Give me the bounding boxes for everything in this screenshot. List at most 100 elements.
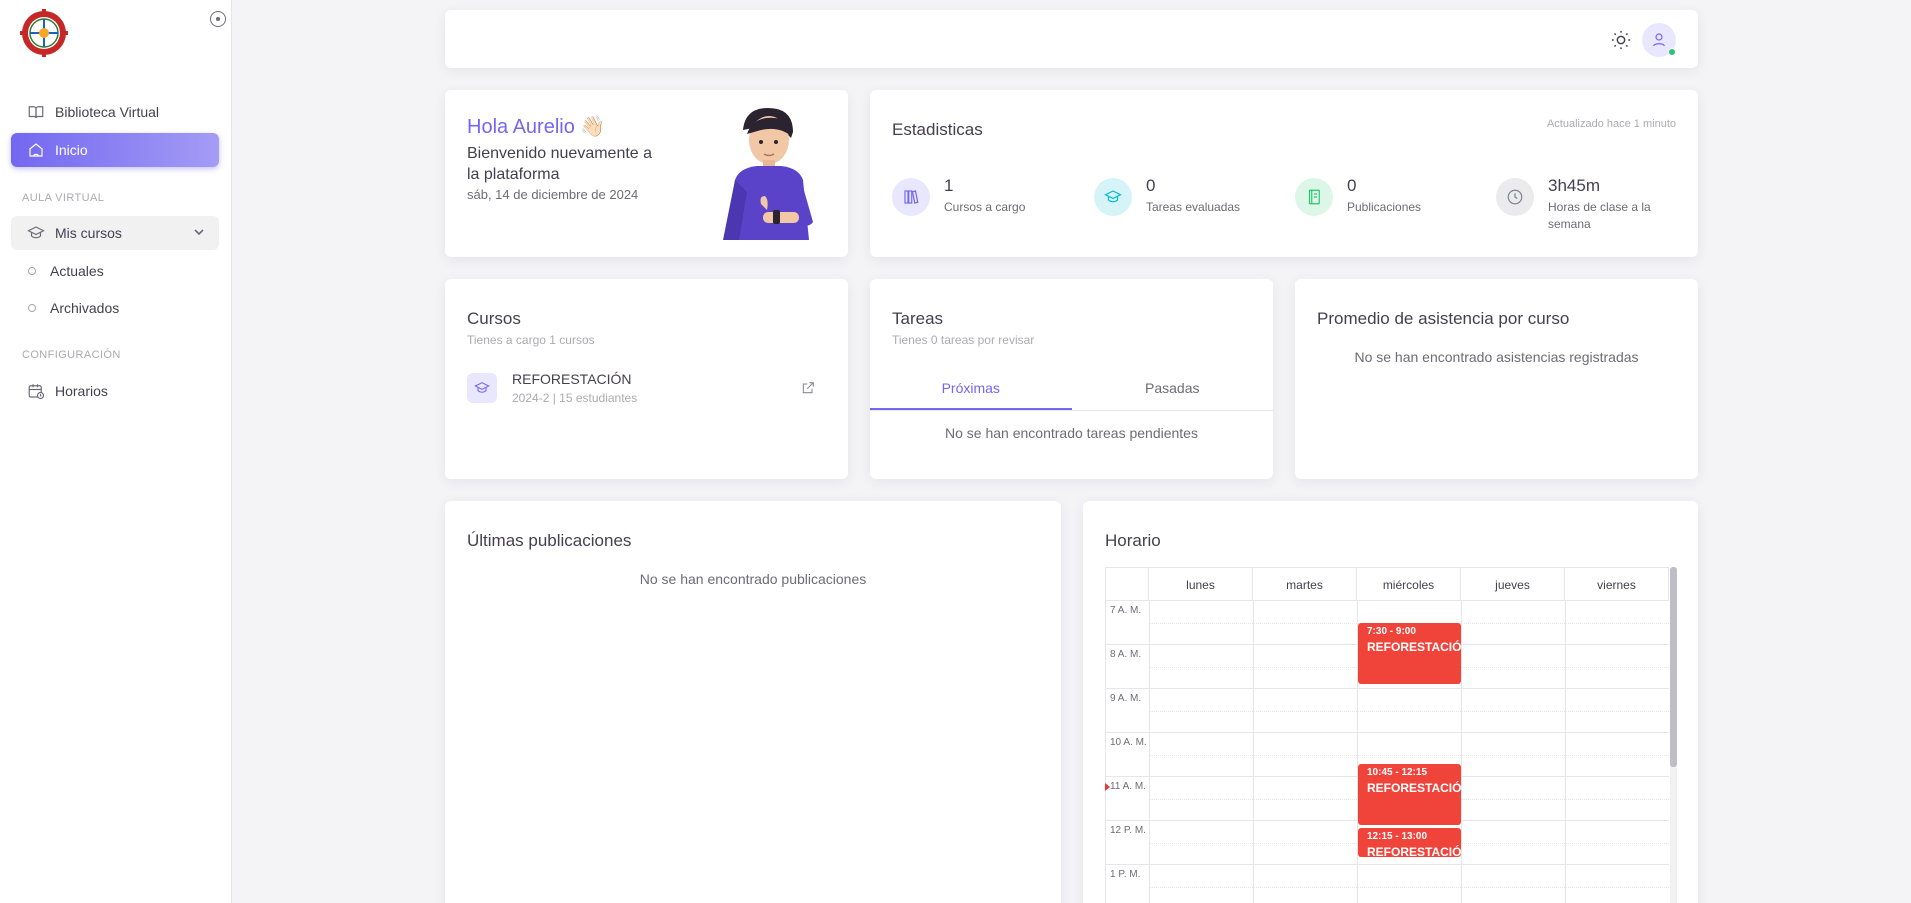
course-meta: 2024-2 | 15 estudiantes [512,391,638,405]
external-link-icon[interactable] [800,380,816,396]
sidebar-item-label: Inicio [55,142,88,158]
day-header: miércoles [1357,568,1461,600]
sidebar-item-horarios[interactable]: Horarios [11,374,219,408]
avatar-character-illustration [723,108,813,240]
card-title: Tareas [892,309,944,328]
graduation-cap-icon [1094,178,1132,216]
grid-line [1253,601,1254,903]
event-time: 7:30 - 9:00 [1367,626,1416,637]
course-item[interactable]: REFORESTACIÓN 2024-2 | 15 estudiantes [467,371,816,405]
stat-value: 1 [944,176,954,195]
schedule-event[interactable]: 10:45 - 12:15 REFORESTACIÓN [1358,764,1461,825]
event-time: 12:15 - 13:00 [1367,831,1428,842]
sidebar-subitem-label: Actuales [50,263,104,279]
sidebar-item-label: Horarios [55,383,108,399]
hour-label: 7 A. M. [1110,605,1142,616]
collapse-sidebar-icon[interactable] [210,11,226,27]
card-title: Estadisticas [892,120,983,139]
stat-label: Tareas evaluadas [1146,200,1241,214]
tab-pasadas[interactable]: Pasadas [1072,374,1274,410]
weekly-calendar: lunes martes miércoles jueves viernes 7 … [1105,567,1677,903]
statistics-card: Estadisticas Actualizado hace 1 minuto 1… [870,90,1698,257]
day-header: viernes [1565,568,1669,600]
greeting: Hola Aurelio 👋🏻 [467,116,606,138]
sidebar-item-mis-cursos[interactable]: Mis cursos [11,216,219,250]
course-name: REFORESTACIÓN [512,371,632,387]
card-title: Cursos [467,309,521,328]
hour-row: 9 A. M. [1105,689,1669,733]
graduation-cap-icon [467,373,497,403]
institution-seal-logo[interactable] [20,9,68,57]
card-title: Últimas publicaciones [467,531,632,550]
event-time: 10:45 - 12:15 [1367,767,1428,778]
hour-label: 11 A. M. [1110,781,1146,792]
event-name: REFORESTACIÓN [1367,781,1461,795]
avatar[interactable] [1642,23,1676,57]
calendar-scrollbar[interactable] [1670,567,1677,903]
hour-label: 10 A. M. [1110,737,1147,748]
card-subtitle: Tienes a cargo 1 cursos [467,333,595,347]
sidebar-subitem-actuales[interactable]: Actuales [28,263,104,279]
user-icon [1653,33,1665,47]
graduation-cap-icon [27,226,45,239]
stat-label: Publicaciones [1347,200,1422,214]
schedule-card: Horario lunes martes miércoles jueves vi… [1083,501,1698,903]
calendar-header: lunes martes miércoles jueves viernes [1105,567,1669,601]
books-icon [892,178,930,216]
schedule-event[interactable]: 7:30 - 9:00 REFORESTACIÓN [1358,623,1461,684]
circle-bullet-icon [28,267,36,275]
hour-label: 9 A. M. [1110,693,1142,704]
publications-card: Últimas publicaciones No se han encontra… [445,501,1061,903]
online-status-dot [1668,48,1676,56]
hour-row: 1 P. M. [1105,865,1669,903]
empty-state-text: No se han encontrado publicaciones [639,571,867,587]
last-updated-text: Actualizado hace 1 minuto [1546,118,1676,130]
current-date: sáb, 14 de diciembre de 2024 [467,187,639,202]
attendance-card: Promedio de asistencia por curso No se h… [1295,279,1698,479]
clock-icon [1496,178,1534,216]
stat-courses: 1 Cursos a cargo [892,176,1054,216]
grid-line [1149,601,1150,903]
stat-label: Horas de clase a la semana [1548,200,1651,231]
sidebar-item-biblioteca[interactable]: Biblioteca Virtual [11,95,219,129]
grid-line [1565,601,1566,903]
day-header: lunes [1149,568,1253,600]
circle-bullet-icon [28,304,36,312]
current-time-indicator [1105,783,1110,791]
schedule-event[interactable]: 12:15 - 13:00 REFORESTACIÓN [1358,828,1461,857]
empty-state-text: No se han encontrado tareas pendientes [945,425,1198,441]
stat-label: Cursos a cargo [944,200,1026,214]
card-subtitle: Tienes 0 tareas por revisar [892,333,1035,347]
section-label-aula-virtual: AULA VIRTUAL [22,192,105,204]
sun-icon[interactable] [1610,29,1632,51]
day-header: jueves [1461,568,1565,600]
day-header: martes [1253,568,1357,600]
notebook-icon [1295,178,1333,216]
empty-state-text: No se han encontrado asistencias registr… [1354,349,1639,365]
calendar-icon [28,384,45,400]
scrollbar-thumb[interactable] [1670,567,1677,767]
hour-label: 8 A. M. [1110,649,1142,660]
calendar-body: 7 A. M. 8 A. M. 9 A. M. 10 A. M. 11 A. M… [1105,601,1669,903]
stat-tasks: 0 Tareas evaluadas [1094,176,1256,216]
welcome-card: Hola Aurelio 👋🏻 Bienvenido nuevamente a … [445,90,848,257]
sidebar: Biblioteca Virtual Inicio AULA VIRTUAL M… [0,0,232,903]
hour-label: 12 P. M. [1110,825,1146,836]
card-title: Horario [1105,531,1161,550]
sidebar-subitem-archivados[interactable]: Archivados [28,300,119,316]
welcome-message: Bienvenido nuevamente a la plataforma [467,145,653,183]
tasks-card: Tareas Tienes 0 tareas por revisar Próxi… [870,279,1273,479]
sidebar-item-inicio[interactable]: Inicio [11,133,219,167]
sidebar-item-label: Biblioteca Virtual [55,104,160,120]
stat-publications: 0 Publicaciones [1295,176,1457,216]
tab-proximas[interactable]: Próximas [870,374,1072,410]
stat-value: 0 [1146,176,1156,195]
chevron-down-icon [194,229,204,236]
section-label-configuracion: CONFIGURACIÓN [22,349,121,361]
grid-line [1105,601,1106,903]
stat-value: 3h45m [1548,176,1600,195]
tasks-tabs: Próximas Pasadas [870,374,1273,411]
hour-label: 1 P. M. [1110,869,1141,880]
event-name: REFORESTACIÓN [1367,640,1461,654]
home-icon [29,143,43,157]
